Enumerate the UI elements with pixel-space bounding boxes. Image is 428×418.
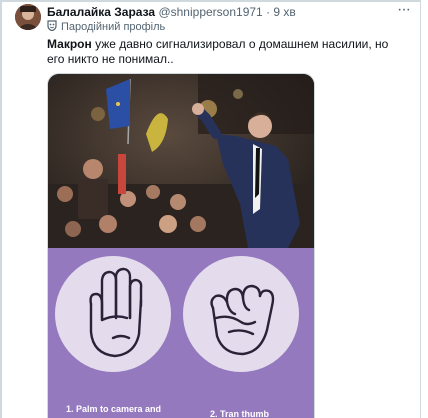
tweet-media[interactable]: 1. Palm to camera and 2. Tran thumb — [47, 73, 315, 418]
fist-icon — [210, 284, 275, 356]
window-top-border — [0, 0, 428, 2]
instruction-panel: 1. Palm to camera and 2. Tran thumb — [48, 248, 314, 418]
author-handle[interactable]: @shnipperson1971 — [158, 5, 262, 19]
tweet-timestamp[interactable]: 9 хв — [273, 5, 295, 19]
macron-photo — [48, 74, 314, 248]
fist-circle — [183, 256, 299, 372]
palm-circle — [55, 256, 171, 372]
open-palm-icon — [89, 267, 143, 358]
tweet-text-bold: Макрон — [47, 37, 92, 51]
caption-step-1: 1. Palm to camera and — [66, 404, 162, 414]
window-left-border — [0, 0, 2, 418]
scrollbar-track[interactable] — [420, 0, 428, 418]
separator-dot: · — [266, 5, 271, 19]
avatar[interactable] — [15, 4, 41, 30]
more-options-icon[interactable]: ··· — [397, 2, 411, 18]
caption-step-2: 2. Tran thumb — [210, 409, 270, 418]
author-display-name[interactable]: Балалайка Зараза — [47, 5, 155, 19]
parody-label[interactable]: Пародійний профіль — [47, 20, 165, 34]
parody-mask-icon — [47, 20, 57, 31]
tweet-text: Макрон уже давно сигнализировал о домашн… — [47, 37, 409, 67]
tweet-header: Балалайка Зараза @shnipperson1971 · 9 хв — [47, 4, 407, 20]
tweet-text-rest: уже давно сигнализировал о домашнем наси… — [47, 37, 389, 66]
parody-label-text: Пародійний профіль — [61, 21, 166, 33]
